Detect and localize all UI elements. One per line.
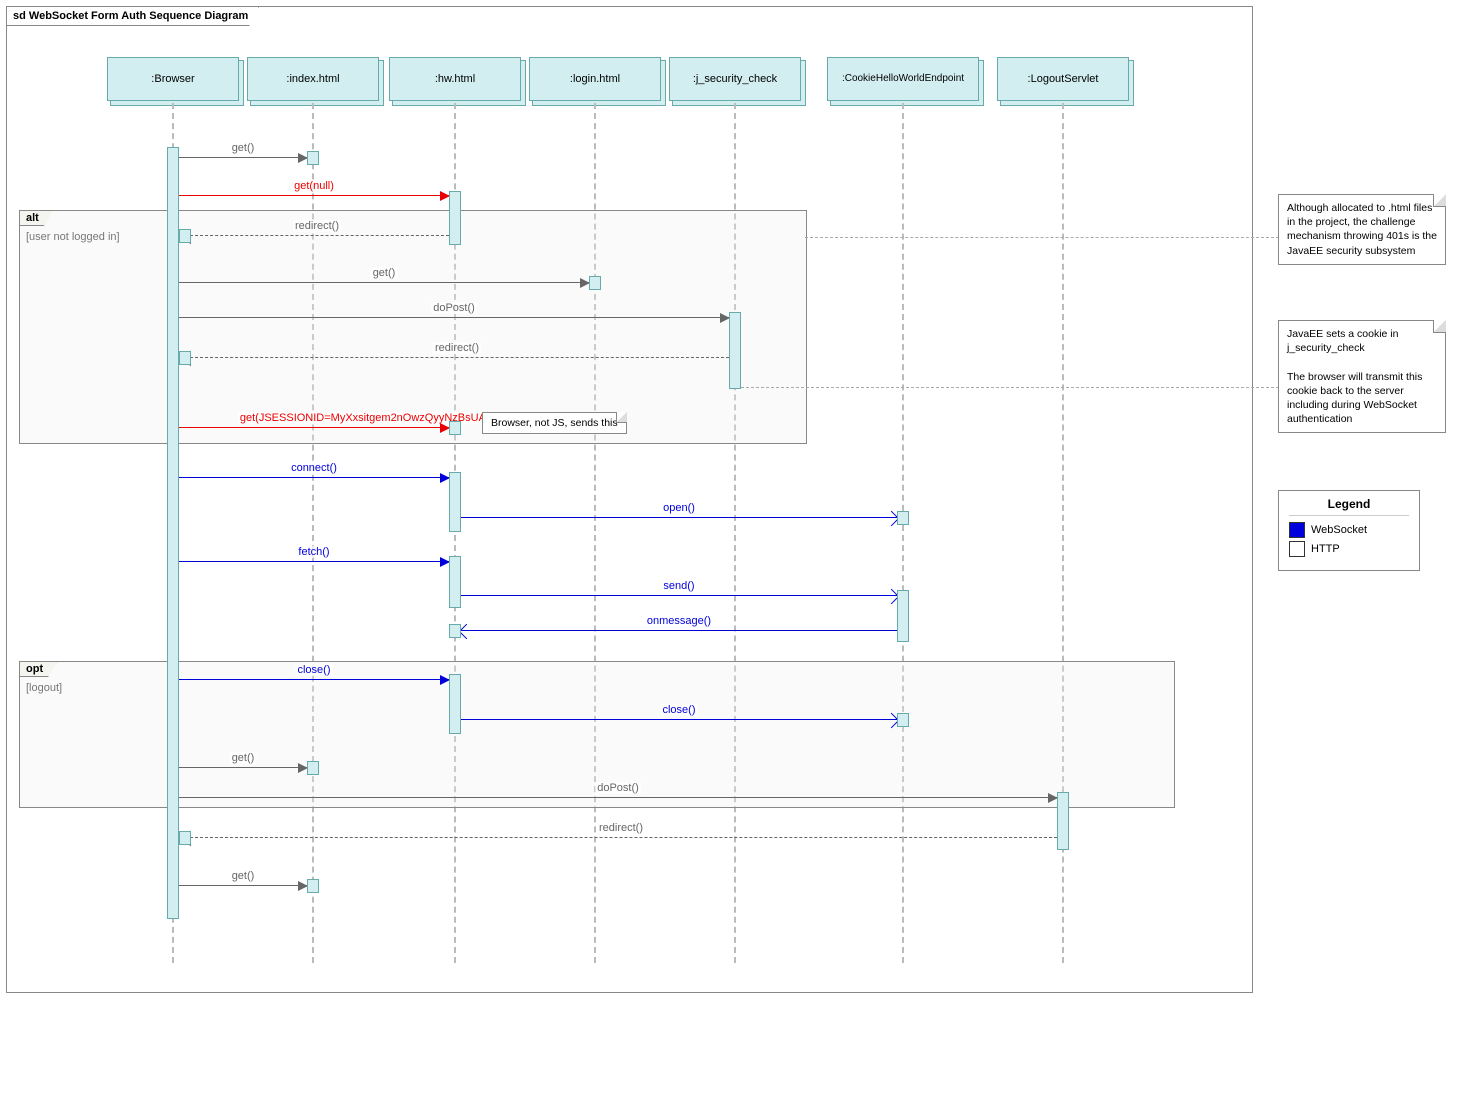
msg-get-index-2: get(): [179, 767, 307, 768]
msg-fetch: fetch(): [179, 561, 449, 562]
fragment-opt-guard: [logout]: [26, 682, 62, 694]
legend-http: HTTP: [1289, 541, 1409, 557]
fragment-alt-label: alt: [19, 210, 54, 226]
act-ep-2: [897, 590, 909, 642]
act-index-1: [307, 151, 319, 165]
dash-note1: [805, 237, 1279, 238]
note-browser-sends: Browser, not JS, sends this: [482, 412, 627, 434]
lifeline-cookie-ep: [902, 103, 904, 963]
act-hw-2: [449, 421, 461, 435]
act-browser-r2: [179, 351, 191, 365]
act-jsec-1: [729, 312, 741, 389]
msg-get-login: get(): [179, 282, 589, 283]
fragment-opt-label: opt: [19, 661, 58, 677]
act-hw-6: [449, 674, 461, 734]
note-challenge: Although allocated to .html files in the…: [1278, 194, 1446, 265]
act-ep-3: [897, 713, 909, 727]
msg-redirect-2: redirect(): [185, 357, 729, 358]
msg-get-index: get(): [179, 157, 307, 158]
act-logout-1: [1057, 792, 1069, 850]
msg-get-null: get(null): [179, 195, 449, 196]
participant-hw: :hw.html: [389, 57, 521, 101]
act-hw-4: [449, 556, 461, 608]
msg-redirect-3: redirect(): [185, 837, 1057, 838]
participant-logout: :LogoutServlet: [997, 57, 1129, 101]
participant-cookie-ep: :CookieHelloWorldEndpoint: [827, 57, 979, 101]
participant-jsec: :j_security_check: [669, 57, 801, 101]
legend-box: Legend WebSocket HTTP: [1278, 490, 1420, 571]
act-hw-5: [449, 624, 461, 638]
msg-get-jsession: get(JSESSIONID=MyXxsitgem2nOwzQyyNzBsUA): [179, 427, 449, 428]
participant-login: :login.html: [529, 57, 661, 101]
msg-get-index-3: get(): [179, 885, 307, 886]
act-ep-1: [897, 511, 909, 525]
outer-frame: sd WebSocket Form Auth Sequence Diagram …: [6, 6, 1253, 993]
act-browser-r3: [179, 831, 191, 845]
msg-onmessage: onmessage(): [461, 630, 897, 631]
msg-dopost-logout: doPost(): [179, 797, 1057, 798]
participant-index: :index.html: [247, 57, 379, 101]
msg-redirect-1: redirect(): [185, 235, 449, 236]
act-hw-3: [449, 472, 461, 532]
fragment-alt: alt [user not logged in]: [19, 210, 807, 444]
note-cookie: JavaEE sets a cookie in j_security_check…: [1278, 320, 1446, 433]
dash-note2: [741, 387, 1279, 388]
act-login-1: [589, 276, 601, 290]
diagram-frame: sd WebSocket Form Auth Sequence Diagram …: [0, 0, 1465, 1112]
act-hw-1: [449, 191, 461, 245]
msg-dopost-jsec: doPost(): [179, 317, 729, 318]
msg-close-1: close(): [179, 679, 449, 680]
msg-close-2: close(): [461, 719, 897, 720]
msg-connect: connect(): [179, 477, 449, 478]
act-browser-r1: [179, 229, 191, 243]
frame-title: sd WebSocket Form Auth Sequence Diagram: [6, 6, 259, 26]
swatch-ws: [1289, 522, 1305, 538]
act-index-3: [307, 879, 319, 893]
act-index-2: [307, 761, 319, 775]
activation-browser: [167, 147, 179, 919]
swatch-http: [1289, 541, 1305, 557]
msg-send: send(): [461, 595, 897, 596]
msg-open: open(): [461, 517, 897, 518]
legend-ws: WebSocket: [1289, 522, 1409, 538]
participant-browser: :Browser: [107, 57, 239, 101]
fragment-alt-guard: [user not logged in]: [26, 231, 120, 243]
legend-title: Legend: [1289, 497, 1409, 516]
